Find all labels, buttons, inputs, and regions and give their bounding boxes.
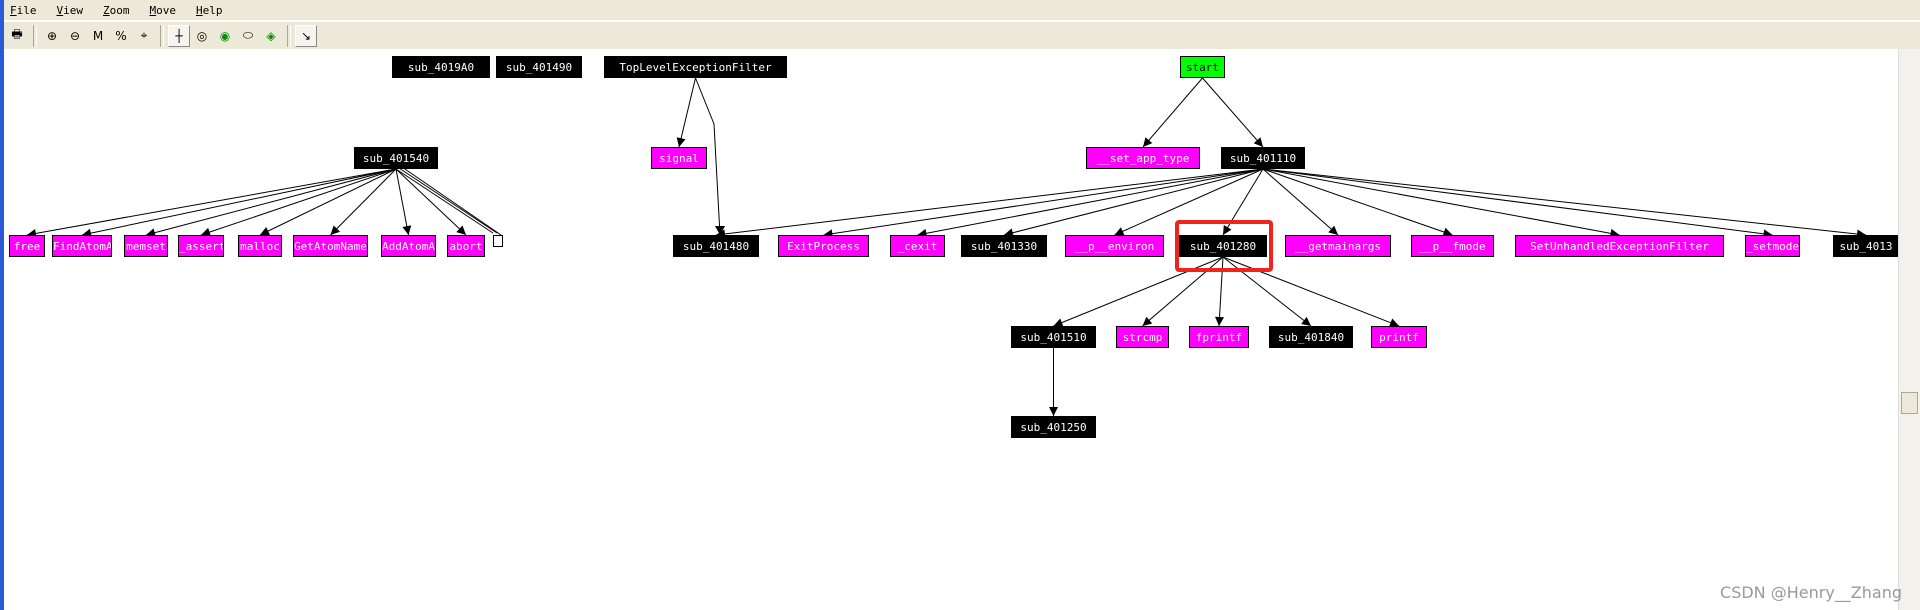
graph-node-malloc[interactable]: malloc: [238, 235, 282, 257]
fish-move-icon: ◈: [266, 28, 276, 43]
zoom-in-button[interactable]: ⊕: [41, 25, 63, 47]
menu-bar: File View Zoom Move Help: [4, 0, 1920, 20]
call-edge: [695, 77, 715, 125]
call-edge: [1262, 168, 1773, 236]
call-edge: [145, 168, 397, 236]
fit-window-button[interactable]: M: [87, 25, 109, 47]
arrowhead: [1143, 137, 1153, 147]
zoom-100-button[interactable]: %: [110, 25, 132, 47]
graph-node-sub-401330[interactable]: sub_401330: [961, 235, 1047, 257]
zoom-out-button[interactable]: ⊖: [64, 25, 86, 47]
graph-node-sub-401110[interactable]: sub_401110: [1221, 147, 1305, 169]
arrowhead: [1049, 407, 1058, 416]
center-icon: ⌖: [140, 28, 148, 42]
arrowhead: [676, 137, 686, 147]
call-edge: [713, 123, 721, 236]
arrow-cursor-button[interactable]: ↘: [295, 24, 317, 47]
toolbar-separator: [33, 24, 37, 47]
graph-node-getmainargs[interactable]: __getmainargs: [1285, 235, 1391, 257]
graph-node-p-environ[interactable]: __p__environ: [1065, 235, 1164, 257]
print-button[interactable]: 🖶: [6, 25, 28, 47]
menu-zoom[interactable]: Zoom: [103, 4, 130, 17]
fish-green-icon: ◉: [219, 28, 231, 43]
arrowhead: [1215, 316, 1225, 326]
graph-node-setunhandledexceptionfilter[interactable]: SetUnhandledExceptionFilter: [1515, 235, 1724, 257]
overview-button[interactable]: ◎: [191, 25, 213, 47]
graph-node-toplevelexceptionfilter[interactable]: TopLevelExceptionFilter: [604, 56, 787, 78]
menu-view[interactable]: View: [57, 4, 84, 17]
graph-canvas[interactable]: sub_4019A0 sub_401490 TopLevelExceptionFil…: [4, 49, 1899, 610]
zoom-100-icon: %: [115, 28, 127, 43]
call-edge: [200, 168, 397, 236]
graph-node-free[interactable]: free: [9, 235, 45, 257]
call-graph-edges: [26, 77, 1867, 416]
graph-node-sub-4019a0[interactable]: sub_4019A0: [392, 56, 490, 78]
fish-move-button[interactable]: ◈: [260, 25, 282, 47]
graph-node-p-fmode[interactable]: __p__fmode: [1411, 235, 1494, 257]
call-edge: [1202, 77, 1264, 148]
menu-help[interactable]: Help: [196, 4, 223, 17]
highlight-box: [1175, 220, 1273, 272]
menu-move[interactable]: Move: [150, 4, 177, 17]
fish-outline-icon: ⬭: [242, 28, 254, 42]
scrollbar-thumb[interactable]: [1901, 392, 1918, 414]
graph-node-start[interactable]: start: [1180, 56, 1225, 78]
graph-node-signal[interactable]: signal: [651, 147, 707, 169]
toolbar: 🖶 ⊕ ⊖ M% ⌖ ┼ ◎ ◉ ⬭ ◈ ↘: [4, 21, 1920, 50]
fish-green-button[interactable]: ◉: [214, 25, 236, 47]
graph-node-sub-401840[interactable]: sub_401840: [1269, 326, 1353, 348]
center-button[interactable]: ⌖: [133, 25, 155, 47]
collapsed-node-marker[interactable]: [493, 235, 503, 247]
graph-node-sub-401490[interactable]: sub_401490: [496, 56, 582, 78]
arrow-cursor-icon: ↘: [300, 28, 312, 43]
call-edge: [1262, 168, 1339, 236]
fit-window-icon: M: [92, 28, 104, 43]
back-edge: [401, 166, 502, 236]
graph-node-getatomnamea[interactable]: GetAtomNameA: [293, 235, 368, 257]
toolbar-separator: [287, 24, 291, 47]
arrowhead: [1142, 316, 1153, 326]
graph-node-assert[interactable]: _assert: [178, 235, 224, 257]
graph-node-printf[interactable]: printf: [1371, 326, 1427, 348]
call-edge: [259, 168, 397, 236]
arrowhead: [402, 225, 412, 235]
menu-file[interactable]: File: [10, 4, 37, 17]
back-edge: [395, 168, 494, 234]
graph-node-sub-401250[interactable]: sub_401250: [1011, 416, 1096, 438]
graph-node-setmode[interactable]: _setmode: [1745, 235, 1800, 257]
orientation-north-button[interactable]: ┼: [168, 24, 190, 47]
graph-node-strcmp[interactable]: strcmp: [1116, 326, 1169, 348]
call-edge: [81, 168, 397, 236]
arrowhead: [1301, 316, 1311, 326]
graph-node-abort[interactable]: abort: [447, 235, 485, 257]
graph-node-memset[interactable]: memset: [124, 235, 168, 257]
call-edge: [678, 77, 696, 148]
graph-node-sub-401540[interactable]: sub_401540: [354, 147, 438, 169]
graph-node-sub-401480[interactable]: sub_401480: [673, 235, 759, 257]
vertical-scrollbar[interactable]: [1898, 49, 1920, 610]
call-edge: [1142, 77, 1203, 148]
print-icon: 🖶: [11, 27, 23, 41]
orientation-north-icon: ┼: [175, 28, 183, 43]
back-edge: [398, 167, 498, 234]
graph-node-sub-4013[interactable]: sub_4013: [1833, 235, 1899, 257]
graph-node-set-app-type[interactable]: __set_app_type: [1086, 147, 1200, 169]
watermark: CSDN @Henry__Zhang: [1720, 583, 1902, 602]
graph-node-fprintf[interactable]: fprintf: [1189, 326, 1249, 348]
graph-node-addatoma[interactable]: AddAtomA: [381, 235, 436, 257]
fish-outline-button[interactable]: ⬭: [237, 25, 259, 47]
graph-node-cexit[interactable]: _cexit: [890, 235, 945, 257]
zoom-out-icon: ⊖: [69, 28, 81, 43]
zoom-in-icon: ⊕: [46, 28, 58, 43]
toolbar-separator: [160, 24, 164, 47]
overview-icon: ◎: [196, 28, 208, 43]
graph-node-sub-401510[interactable]: sub_401510: [1011, 326, 1096, 348]
graph-node-findatoma[interactable]: FindAtomA: [52, 235, 112, 257]
graph-node-exitprocess[interactable]: ExitProcess: [778, 235, 869, 257]
